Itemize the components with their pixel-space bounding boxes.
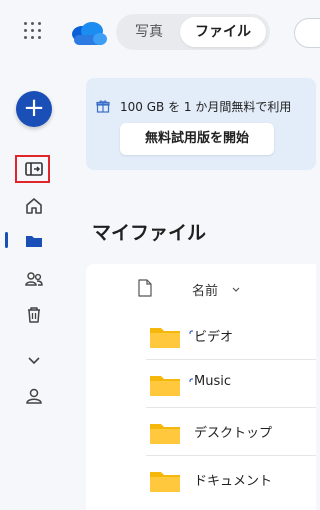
page-title: マイファイル (92, 222, 207, 244)
folder-icon (150, 422, 180, 444)
main-content: 100 GB を 1 か月間無料で利用 無料試用版を開始 マイファイル 名前 ビ… (68, 64, 316, 510)
recycle-bin-icon[interactable] (22, 303, 46, 327)
app-launcher-icon[interactable] (24, 22, 44, 42)
new-button[interactable]: + (16, 91, 52, 127)
folder-icon (150, 374, 180, 396)
folder-icon[interactable] (22, 229, 46, 253)
tab-photos[interactable]: 写真 (120, 17, 178, 47)
folder-icon (150, 470, 180, 492)
tab-files[interactable]: ファイル (180, 17, 266, 47)
top-bar: 写真 ファイル (0, 0, 320, 64)
list-item-name: ビデオ (194, 330, 234, 345)
gift-icon (96, 98, 110, 113)
profile-icon[interactable] (22, 384, 46, 408)
list-item[interactable]: Music (146, 360, 316, 408)
list-header: 名前 (86, 264, 316, 312)
view-toggle: 写真 ファイル (116, 14, 270, 50)
shared-icon[interactable] (22, 267, 46, 291)
name-column-header[interactable]: 名前 (192, 280, 218, 299)
onedrive-logo-icon[interactable] (68, 20, 108, 48)
sort-chevron-icon[interactable] (231, 281, 241, 293)
left-nav: + (0, 64, 68, 510)
list-item-name: ドキュメント (194, 474, 273, 489)
list-item-name: Music (194, 374, 231, 389)
folder-icon (150, 326, 180, 348)
promo-banner: 100 GB を 1 か月間無料で利用 無料試用版を開始 (86, 78, 316, 170)
list-item-name: デスクトップ (194, 426, 273, 441)
file-list: 名前 ビデオ Music デスクトップ ドキュメント (86, 264, 316, 510)
collapse-pane-icon[interactable] (22, 157, 46, 181)
promo-text: 100 GB を 1 か月間無料で利用 (120, 100, 292, 114)
header-action-button[interactable] (294, 18, 320, 48)
list-item[interactable]: ドキュメント (146, 456, 316, 504)
active-indicator (5, 232, 8, 248)
list-item[interactable]: ビデオ (146, 312, 316, 360)
list-item[interactable]: デスクトップ (146, 408, 316, 456)
home-icon[interactable] (22, 194, 46, 218)
chevron-down-icon[interactable] (22, 348, 46, 372)
document-icon (138, 279, 152, 297)
start-trial-button[interactable]: 無料試用版を開始 (120, 123, 274, 155)
